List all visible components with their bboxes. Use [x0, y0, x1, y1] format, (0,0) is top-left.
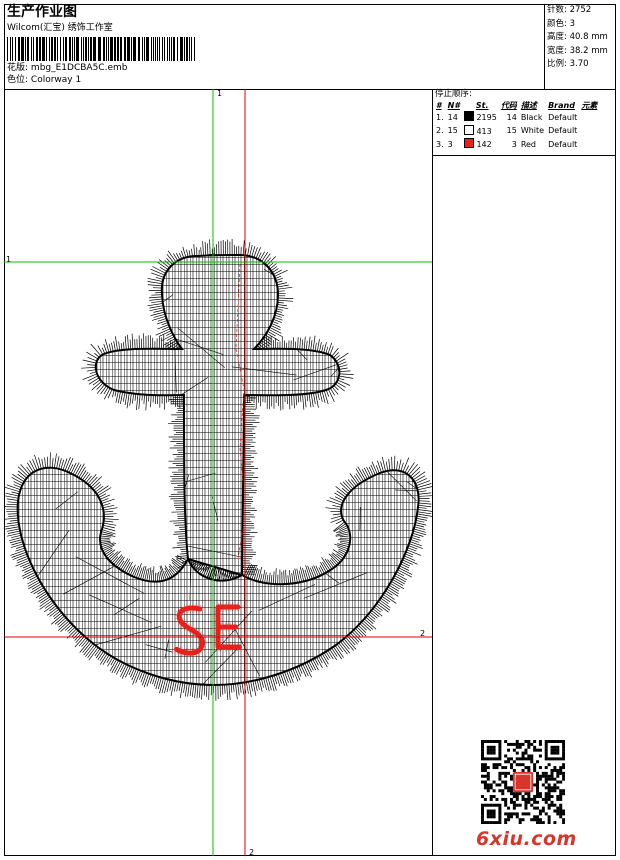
- stat-width: 宽度: 38.2 mm: [547, 45, 608, 56]
- table-header: # N# St. 代码 描述 Brand 元素: [436, 101, 598, 110]
- stat-stitches: 针数: 2752: [547, 5, 592, 15]
- guide-label-red-h: 2: [420, 629, 426, 638]
- company-name: Wilcom(汇宝) 绣饰工作室: [7, 23, 113, 33]
- page-title: 生产作业图: [7, 4, 77, 20]
- table-row: 2. 15 413 15 White Default: [436, 124, 578, 136]
- embroidery-preview: [4, 89, 432, 856]
- color-swatch: [463, 124, 474, 135]
- stat-scale: 比例: 3.70: [547, 59, 589, 69]
- qr-code: [481, 740, 565, 824]
- header-info: 生产作业图 Wilcom(汇宝) 绣饰工作室 花版: mbg_E1DCBA5C.…: [4, 4, 545, 89]
- stat-height: 高度: 40.8 mm: [547, 32, 608, 42]
- guide-label-red-v: 2: [249, 848, 255, 856]
- design-canvas: 1 1 2 2: [4, 89, 433, 856]
- color-swatch: [463, 111, 474, 121]
- stat-colors: 颜色: 3: [547, 18, 576, 29]
- guide-label-green-v: 1: [217, 89, 223, 98]
- design-line: 花版: mbg_E1DCBA5C.emb: [7, 63, 127, 74]
- barcode: [7, 37, 195, 61]
- table-row: 3. 3 142 3 Red Default: [436, 138, 578, 149]
- anchor-design: [4, 238, 432, 701]
- header: 生产作业图 Wilcom(汇宝) 绣饰工作室 花版: mbg_E1DCBA5C.…: [4, 4, 616, 90]
- colorway-name: Colorway 1: [30, 75, 82, 85]
- design-label: 花版:: [7, 63, 29, 73]
- stats-panel: 针数: 2752 颜色: 3 高度: 40.8 mm 宽度: 38.2 mm 比…: [547, 4, 616, 72]
- table-row: 1. 14 2195 14 Black Default: [436, 111, 578, 122]
- stop-sequence-table: # N# St. 代码 描述 Brand 元素 1. 14 2195 14 Bl…: [434, 100, 599, 152]
- stop-sequence-title: 停止顺序:: [435, 89, 472, 99]
- colorway-label: 色位:: [7, 75, 29, 85]
- guide-label-green-h: 1: [6, 255, 12, 264]
- watermark-logo: 6xiu.com: [476, 828, 577, 850]
- design-name: mbg_E1DCBA5C.emb: [30, 63, 128, 73]
- divider: [433, 155, 616, 156]
- colorway-line: 色位: Colorway 1: [7, 75, 81, 86]
- color-swatch: [463, 138, 474, 148]
